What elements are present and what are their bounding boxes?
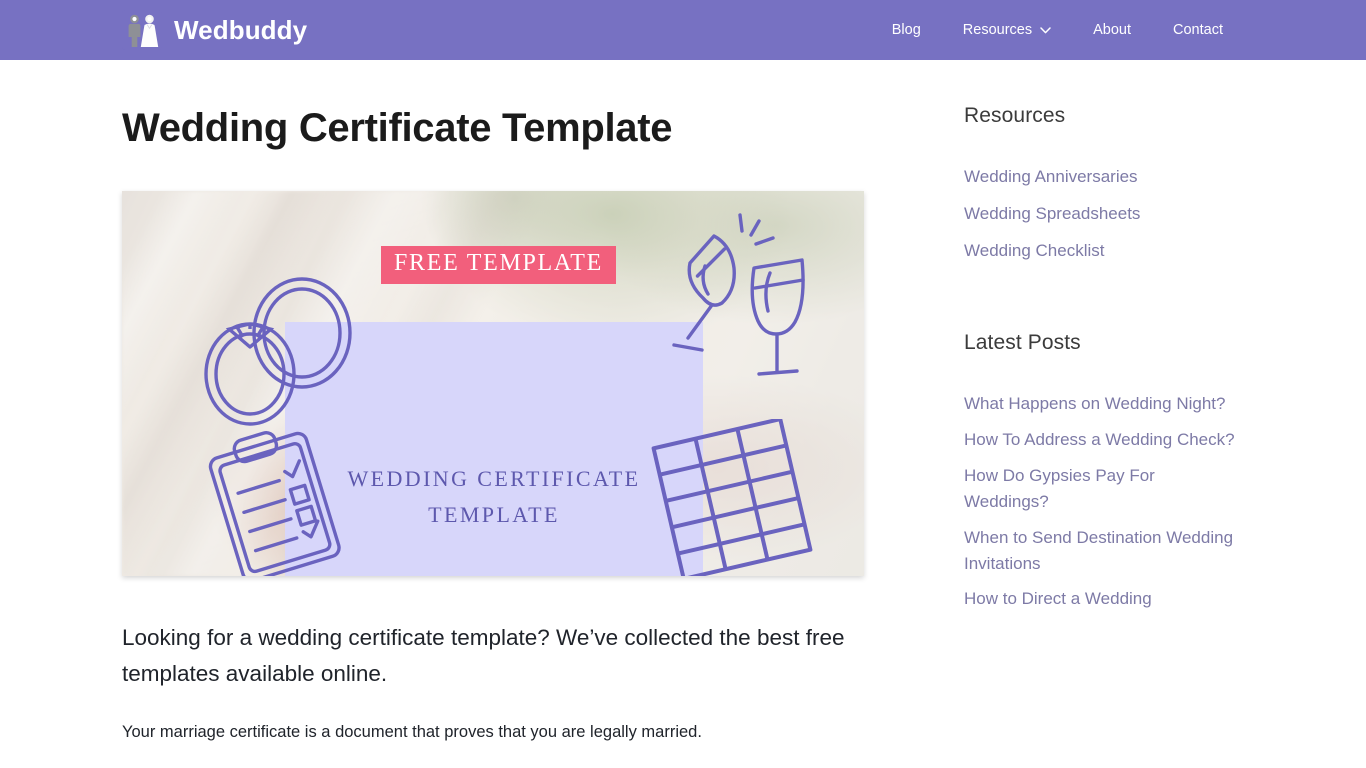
resources-link-wedding-spreadsheets[interactable]: Wedding Spreadsheets	[964, 204, 1140, 223]
list-item: Wedding Checklist	[964, 238, 1244, 264]
nav-item-about[interactable]: About	[1072, 0, 1152, 60]
site-brand-name: Wedbuddy	[174, 15, 308, 45]
article-content: Wedding Certificate Template WEDDING CER…	[122, 60, 864, 746]
list-item: When to Send Destination Wedding Invitat…	[964, 525, 1244, 577]
page-body: Wedding Certificate Template WEDDING CER…	[0, 60, 1366, 746]
list-item: How To Address a Wedding Check?	[964, 427, 1244, 453]
post-link-address-wedding-check[interactable]: How To Address a Wedding Check?	[964, 430, 1235, 449]
post-link-wedding-night[interactable]: What Happens on Wedding Night?	[964, 394, 1225, 413]
nav-item-blog[interactable]: Blog	[871, 0, 942, 60]
page-title: Wedding Certificate Template	[122, 106, 673, 150]
list-item: Wedding Spreadsheets	[964, 201, 1244, 227]
post-link-gypsies-pay-weddings[interactable]: How Do Gypsies Pay For Weddings?	[964, 466, 1155, 511]
chevron-down-icon[interactable]	[1040, 26, 1051, 34]
featured-image: WEDDING CERTIFICATE TEMPLATE FREE TEMPLA…	[122, 191, 864, 576]
champagne-glasses-icon	[672, 213, 805, 376]
lead-paragraph: Looking for a wedding certificate templa…	[122, 625, 845, 686]
nav-item-resources-label: Resources	[962, 22, 1033, 38]
resources-link-wedding-checklist[interactable]: Wedding Checklist	[964, 241, 1104, 260]
list-item: How Do Gypsies Pay For Weddings?	[964, 463, 1244, 515]
bride-and-groom-icon	[122, 10, 162, 50]
site-header: Wedbuddy Blog Resources About Contact	[0, 0, 1366, 60]
sidebar: Resources Wedding Anniversaries Wedding …	[964, 60, 1244, 746]
certificate-card-text: WEDDING CERTIFICATE TEMPLATE	[285, 461, 703, 532]
list-item: Wedding Anniversaries	[964, 164, 1244, 190]
site-logo-link[interactable]: Wedbuddy	[122, 10, 307, 50]
post-link-destination-wedding-invitations[interactable]: When to Send Destination Wedding Invitat…	[964, 528, 1233, 573]
widget-resources: Resources Wedding Anniversaries Wedding …	[964, 104, 1244, 263]
nav-item-contact[interactable]: Contact	[1152, 0, 1244, 60]
certificate-line-2: TEMPLATE	[428, 501, 560, 527]
post-link-direct-a-wedding[interactable]: How to Direct a Wedding	[964, 589, 1152, 608]
nav-item-blog-label: Blog	[891, 22, 921, 38]
free-template-badge: FREE TEMPLATE	[381, 246, 617, 284]
widget-resources-title: Resources	[964, 104, 1066, 127]
main-navigation: Blog Resources About Contact	[871, 0, 1244, 60]
nav-item-resources[interactable]: Resources	[942, 0, 1072, 60]
nav-item-about-label: About	[1093, 22, 1132, 38]
nav-item-contact-label: Contact	[1173, 22, 1223, 38]
wedding-rings-icon	[204, 277, 352, 426]
list-item: What Happens on Wedding Night?	[964, 391, 1244, 417]
certificate-line-1: WEDDING CERTIFICATE	[347, 466, 641, 491]
resources-link-list: Wedding Anniversaries Wedding Spreadshee…	[964, 164, 1244, 263]
list-item: How to Direct a Wedding	[964, 586, 1244, 612]
latest-posts-link-list: What Happens on Wedding Night? How To Ad…	[964, 391, 1244, 612]
widget-latest-posts-title: Latest Posts	[964, 331, 1081, 355]
widget-latest-posts: Latest Posts What Happens on Wedding Nig…	[964, 331, 1244, 612]
body-paragraph-1: Your marriage certificate is a document …	[122, 723, 702, 742]
resources-link-wedding-anniversaries[interactable]: Wedding Anniversaries	[964, 167, 1138, 186]
